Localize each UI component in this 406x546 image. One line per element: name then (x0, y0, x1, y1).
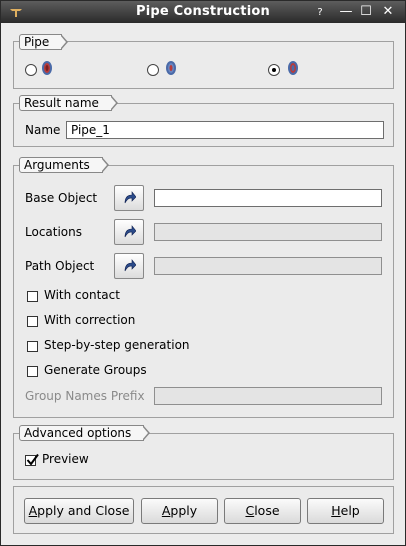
with-correction-label[interactable]: With correction (44, 313, 135, 327)
name-label: Name (25, 123, 61, 137)
pipe-group (13, 41, 394, 89)
close-button[interactable]: Close (224, 498, 301, 524)
arguments-group-label: Arguments (19, 157, 109, 173)
step-by-step-label[interactable]: Step-by-step generation (44, 338, 190, 352)
with-correction-checkbox[interactable] (27, 316, 38, 327)
base-object-field[interactable] (154, 189, 382, 207)
close-mnemonic: C (245, 503, 255, 518)
locations-label: Locations (25, 225, 83, 239)
pipe-type-1-icon (42, 61, 52, 75)
help-button[interactable]: Help (307, 498, 384, 524)
arguments-group-label-text: Arguments (24, 158, 90, 172)
pipe-construction-dialog: Pipe Construction ? — ☐ ✕ Pipe Result na… (0, 0, 406, 546)
result-name-group-label-text: Result name (24, 96, 99, 110)
result-name-field[interactable]: Pipe_1 (66, 121, 384, 139)
result-name-group-label: Result name (19, 95, 118, 111)
apply-and-close-button[interactable]: Apply and Close (24, 498, 134, 524)
advanced-options-group-label-text: Advanced options (24, 426, 132, 440)
select-arrow-icon (124, 191, 136, 204)
pipe-type-radio-3[interactable] (268, 64, 280, 76)
base-object-label: Base Object (25, 191, 98, 205)
path-object-select-button[interactable] (114, 253, 144, 279)
with-contact-checkbox[interactable] (27, 291, 38, 302)
locations-field[interactable] (154, 223, 382, 241)
select-arrow-icon (124, 259, 136, 272)
apply-and-close-text: pply and Close (37, 503, 130, 518)
generate-groups-checkbox[interactable] (27, 366, 38, 377)
pipe-type-radio-1[interactable] (25, 64, 37, 76)
group-names-prefix-field[interactable] (154, 387, 382, 405)
path-object-field[interactable] (154, 257, 382, 275)
step-by-step-checkbox[interactable] (27, 341, 38, 352)
close-text: lose (254, 503, 280, 518)
preview-label[interactable]: Preview (42, 452, 89, 466)
maximize-button[interactable]: ☐ (359, 4, 373, 20)
base-object-select-button[interactable] (114, 185, 144, 211)
help-text: elp (340, 503, 360, 518)
apply-button[interactable]: Apply (141, 498, 218, 524)
help-mnemonic: H (331, 503, 341, 518)
pipe-group-label: Pipe (19, 34, 69, 50)
minimize-button[interactable]: — (339, 4, 353, 20)
pipe-group-label-text: Pipe (24, 35, 50, 49)
locations-select-button[interactable] (114, 219, 144, 245)
pipe-type-radio-2[interactable] (147, 64, 159, 76)
title-bar[interactable]: Pipe Construction ? — ☐ ✕ (1, 1, 405, 23)
advanced-options-group-label: Advanced options (19, 425, 151, 441)
close-window-button[interactable]: ✕ (381, 4, 395, 20)
apply-text: pply (170, 503, 198, 518)
preview-checkbox[interactable] (25, 453, 39, 466)
context-help-button[interactable]: ? (313, 5, 327, 21)
path-object-label: Path Object (25, 259, 95, 273)
pipe-type-3-icon (288, 61, 298, 75)
apply-and-close-mnemonic: A (28, 503, 38, 518)
with-contact-label[interactable]: With contact (44, 288, 120, 302)
pipe-type-2-icon (166, 61, 176, 75)
generate-groups-label[interactable]: Generate Groups (44, 363, 147, 377)
select-arrow-icon (124, 225, 136, 238)
checkmark-icon (26, 453, 39, 466)
group-names-prefix-label: Group Names Prefix (25, 389, 145, 403)
